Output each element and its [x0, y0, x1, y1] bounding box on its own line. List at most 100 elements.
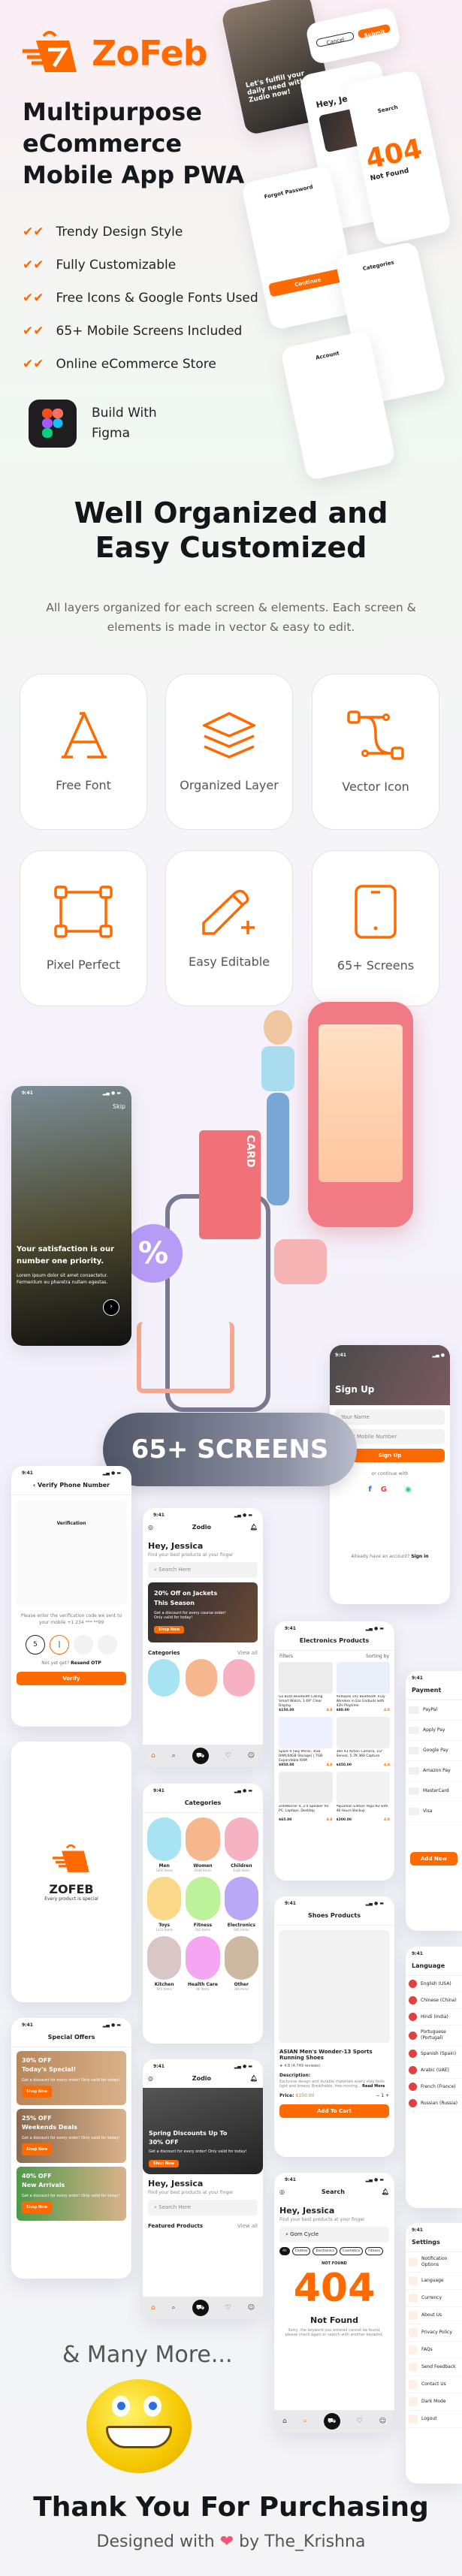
cart-icon[interactable]: ⛟ — [323, 2413, 340, 2430]
submit-button[interactable]: Submit — [357, 23, 391, 39]
search-input[interactable]: ⌕ Gom Cycle — [279, 2227, 389, 2243]
payment-method[interactable]: PayPal — [406, 1700, 462, 1721]
settings-item[interactable]: Send Feedback — [406, 2359, 462, 2376]
settings-item[interactable]: Logout — [406, 2411, 462, 2428]
quantity-stepper[interactable]: − 1 + — [376, 2093, 389, 2098]
payment-method[interactable]: Amazon Pay — [406, 1761, 462, 1781]
settings-icon[interactable]: ◎ — [148, 2075, 153, 2082]
search-input[interactable]: ⌕ Search Here — [148, 1562, 258, 1578]
promo-banner[interactable]: Spring Discounts Up To 30% OFF Get a disc… — [143, 2088, 263, 2174]
shop-now-button[interactable]: Shop Now — [22, 2201, 53, 2213]
otp-digit[interactable] — [74, 1635, 93, 1654]
category-item[interactable]: Other 286 Items — [224, 1936, 258, 1991]
search-icon[interactable]: ⌕ — [172, 2304, 176, 2312]
settings-item[interactable]: Dark Mode — [406, 2394, 462, 2411]
payment-method[interactable]: Google Pay — [406, 1741, 462, 1761]
next-arrow-button[interactable]: › — [103, 1299, 119, 1316]
search-icon[interactable]: ⌕ — [172, 1752, 176, 1760]
filter-chip[interactable]: Fitness — [365, 2247, 383, 2255]
otp-digit[interactable] — [98, 1635, 117, 1654]
category-item[interactable]: Kitchen 845 Items — [147, 1936, 182, 1991]
product-card[interactable]: Go Buzz Bluetooth Calling Smart Watch, 1… — [279, 1662, 333, 1713]
filter-chip[interactable]: Electronics — [313, 2247, 337, 2255]
settings-item[interactable]: FAQs — [406, 2342, 462, 2359]
view-all-link[interactable]: View all — [237, 1650, 258, 1656]
settings-item[interactable]: Privacy Policy — [406, 2324, 462, 2342]
profile-icon[interactable]: ☺ — [379, 2418, 386, 2425]
heart-icon[interactable]: ♡ — [225, 2304, 231, 2312]
language-option[interactable]: Chinese (China) — [406, 1992, 462, 2009]
heart-icon[interactable]: ♡ — [357, 2418, 363, 2425]
language-option[interactable]: French (France) — [406, 2079, 462, 2095]
category-item[interactable]: Fitness 562 Items — [186, 1877, 220, 1932]
shop-now-button[interactable]: Shop Now — [22, 2086, 53, 2098]
heart-icon[interactable]: ♡ — [225, 1752, 231, 1760]
profile-icon[interactable]: ☺ — [248, 1752, 255, 1760]
promo-banner[interactable]: 20% Off on Jackets This Season Get a disc… — [148, 1582, 258, 1642]
filter-chip[interactable]: Cosmetics — [340, 2247, 364, 2255]
cart-icon[interactable]: ⛟ — [192, 1748, 209, 1764]
payment-method[interactable]: Visa — [406, 1802, 462, 1822]
otp-digit[interactable]: 5 — [26, 1635, 45, 1654]
language-option[interactable]: Russian (Russia) — [406, 2095, 462, 2112]
resend-otp-link[interactable]: Resend OTP — [71, 1661, 101, 1666]
category-item[interactable]: Toys 1423 Items — [147, 1877, 182, 1932]
category-item[interactable]: Women 2648 Items — [186, 1817, 220, 1872]
cart-icon[interactable]: ⛟ — [192, 2300, 209, 2316]
bell-icon[interactable]: 🔔︎ — [250, 1524, 258, 1531]
language-option[interactable]: Portuguese (Portugal) — [406, 2026, 462, 2046]
settings-item[interactable]: About Us — [406, 2307, 462, 2324]
payment-method[interactable]: Apply Pay — [406, 1721, 462, 1741]
language-option[interactable]: English (USA) — [406, 1976, 462, 1992]
category-item[interactable]: Children 3246 Items — [224, 1817, 258, 1872]
name-input[interactable]: Your Name — [335, 1410, 445, 1425]
whatsapp-icon[interactable]: ◉ — [405, 1486, 412, 1494]
read-more-link[interactable]: Read More — [362, 2084, 385, 2089]
language-option[interactable]: Spanish (Spain) — [406, 2046, 462, 2062]
product-card[interactable]: Spark 9 (Sky Mirror, 4GB RAM,64GB Storag… — [279, 1717, 333, 1768]
language-option[interactable]: Hindi (India) — [406, 2009, 462, 2026]
language-option[interactable]: Arabic (UAE) — [406, 2062, 462, 2079]
cancel-button[interactable]: Cancel — [315, 31, 355, 48]
filter-chip[interactable]: All — [279, 2247, 290, 2255]
sorting-dropdown[interactable]: Sorting by — [366, 1654, 389, 1659]
product-card[interactable]: Aquaman Edition Yoga N3 with 46 Hours Ba… — [336, 1772, 390, 1823]
filter-chip[interactable]: Clothes — [291, 2247, 311, 2255]
bell-icon[interactable]: 🔔︎ — [382, 2188, 389, 2195]
offer-banner[interactable]: 40% OFF New Arrivals Get a discount for ev… — [17, 2167, 126, 2221]
offer-banner[interactable]: 25% OFF Weekends Deals Get a discount for … — [17, 2109, 126, 2163]
home-icon[interactable]: ⌂ — [151, 1752, 156, 1760]
shop-now-button[interactable]: Shop Now — [154, 1626, 185, 1633]
payment-method[interactable]: MasterCard — [406, 1781, 462, 1802]
skip-button[interactable]: Skip — [11, 1096, 131, 1118]
add-to-cart-button[interactable]: Add To Cart — [279, 2104, 389, 2118]
product-card[interactable]: 360 X3 Action Camera, 1/2" Sensor, 5.7K … — [336, 1717, 390, 1768]
shop-now-button[interactable]: Shop Now — [149, 2160, 180, 2167]
filters-button[interactable]: Filters — [279, 1654, 293, 1659]
google-icon[interactable]: G — [381, 1486, 387, 1494]
bell-icon[interactable]: 🔔︎ — [250, 2075, 258, 2082]
category-item[interactable]: Electronics 845 Items — [224, 1877, 258, 1932]
search-input[interactable]: ⌕ Search Here — [148, 2200, 258, 2216]
settings-item[interactable]: Currency — [406, 2290, 462, 2307]
shop-now-button[interactable]: Shop Now — [22, 2143, 53, 2155]
category-item[interactable]: Men 1856 Items — [147, 1817, 182, 1872]
profile-icon[interactable]: ☺ — [248, 2304, 255, 2312]
settings-icon[interactable]: ◎ — [148, 1524, 153, 1531]
settings-icon[interactable]: ◎ — [279, 2188, 285, 2195]
home-icon[interactable]: ⌂ — [282, 2418, 287, 2425]
offer-banner[interactable]: 30% OFF Today's Special! Get a discount fo… — [17, 2051, 126, 2105]
settings-item[interactable]: Contact Us — [406, 2376, 462, 2394]
category-item[interactable]: Health Care 89 Items — [186, 1936, 220, 1991]
signin-link[interactable]: Sign in — [411, 1554, 428, 1559]
product-card[interactable]: Airdopes 141 Bluetooth Truly Wireless in… — [336, 1662, 390, 1713]
view-all-link[interactable]: View all — [237, 2223, 258, 2229]
settings-item[interactable]: Notification Options — [406, 2252, 462, 2273]
home-icon[interactable]: ⌂ — [151, 2304, 156, 2312]
facebook-icon[interactable]: f — [368, 1486, 371, 1494]
verify-button[interactable]: Verify — [17, 1672, 126, 1685]
otp-digit[interactable]: | — [50, 1635, 69, 1654]
search-icon[interactable]: ⌕ — [303, 2418, 307, 2425]
product-card[interactable]: ZebWarrior 4, 2.0 Speaker for PC, Laptop… — [279, 1772, 333, 1823]
settings-item[interactable]: Language — [406, 2273, 462, 2290]
